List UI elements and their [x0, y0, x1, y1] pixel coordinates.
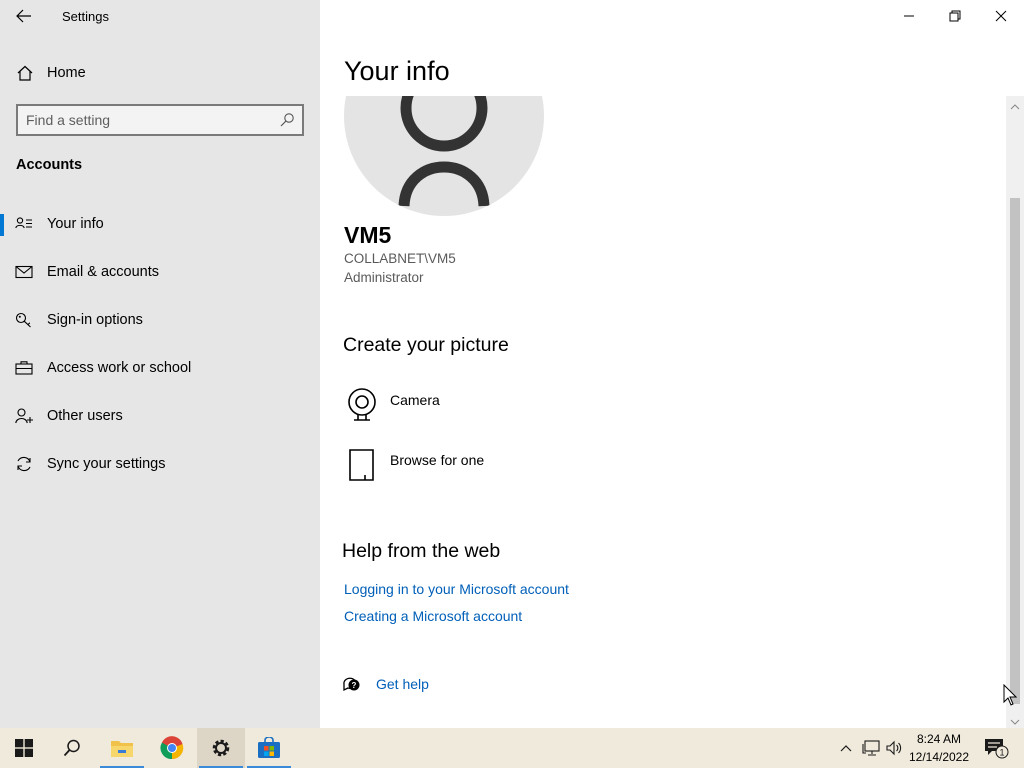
window-title: Settings [62, 9, 109, 24]
person-card-icon [15, 216, 33, 232]
minimize-button[interactable] [886, 0, 932, 32]
start-button[interactable] [0, 728, 48, 768]
sidebar-item-label: Your info [47, 216, 104, 232]
content-scroll-area: VM5 COLLABNET\VM5 Administrator Create y… [320, 96, 1006, 728]
taskbar-settings[interactable] [197, 728, 245, 768]
home-icon [16, 65, 34, 81]
briefcase-icon [15, 360, 33, 376]
close-button[interactable] [978, 0, 1024, 32]
taskbar-search-button[interactable] [48, 728, 96, 768]
store-icon [258, 737, 280, 758]
camera-label: Camera [390, 392, 440, 408]
sidebar-item-label: Sign-in options [47, 312, 143, 328]
browse-label: Browse for one [390, 452, 485, 468]
taskbar-chrome[interactable] [148, 728, 196, 768]
help-link-logging-in[interactable]: Logging in to your Microsoft account [344, 581, 569, 597]
windows-start-icon [15, 739, 33, 757]
scrollbar-thumb[interactable] [1010, 198, 1020, 704]
get-help-link[interactable]: ? Get help [342, 674, 542, 698]
create-picture-heading: Create your picture [343, 334, 509, 356]
person-add-icon [15, 408, 33, 424]
search-box[interactable] [16, 104, 304, 136]
volume-tray-button[interactable] [884, 728, 904, 768]
search-icon [63, 739, 80, 757]
help-link-create-account[interactable]: Creating a Microsoft account [344, 608, 522, 624]
get-help-label: Get help [376, 676, 429, 692]
restore-icon [949, 10, 961, 22]
sidebar: Settings Home Accounts Your info Email &… [0, 0, 320, 728]
camera-option[interactable]: Camera [344, 386, 644, 426]
sidebar-nav: Your info Email & accounts Sign-in optio… [0, 200, 320, 488]
mouse-cursor-icon [1003, 684, 1017, 706]
main-content: Your info VM5 COLLABNET\VM5 Administrato… [320, 0, 1024, 728]
home-label: Home [47, 65, 86, 81]
sidebar-item-label: Other users [47, 408, 123, 424]
clock-date: 12/14/2022 [908, 750, 970, 764]
clock-time: 8:24 AM [916, 732, 962, 746]
taskbar-store[interactable] [245, 728, 293, 768]
notification-icon: 1 [985, 739, 1009, 759]
scroll-down-arrow-icon[interactable] [1010, 714, 1020, 725]
sidebar-item-email-accounts[interactable]: Email & accounts [0, 248, 320, 296]
sidebar-item-access-work-school[interactable]: Access work or school [0, 344, 320, 392]
page-title: Your info [344, 56, 450, 86]
user-domain: COLLABNET\VM5 [344, 251, 456, 266]
sync-icon [15, 456, 33, 472]
sidebar-item-other-users[interactable]: Other users [0, 392, 320, 440]
section-title: Accounts [16, 157, 83, 173]
person-silhouette-icon [398, 96, 490, 207]
chat-help-icon: ? [342, 674, 362, 694]
notification-badge: 1 [999, 748, 1004, 758]
user-name: VM5 [344, 222, 392, 248]
network-icon [862, 740, 880, 756]
close-icon [995, 10, 1007, 22]
avatar [344, 96, 544, 216]
chevron-up-icon [840, 745, 852, 752]
sidebar-item-sync-settings[interactable]: Sync your settings [0, 440, 320, 488]
sidebar-item-label: Sync your settings [47, 456, 166, 472]
sidebar-item-sign-in-options[interactable]: Sign-in options [0, 296, 320, 344]
gear-icon [212, 739, 230, 757]
scroll-up-arrow-icon[interactable] [1010, 99, 1020, 110]
taskbar-clock[interactable]: 8:24 AM 12/14/2022 [904, 730, 974, 766]
search-input[interactable] [26, 111, 271, 129]
notification-center-button[interactable]: 1 [978, 728, 1014, 768]
minimize-icon [904, 15, 914, 17]
volume-icon [886, 740, 902, 756]
taskbar: 8:24 AM 12/14/2022 1 [0, 728, 1024, 768]
mail-icon [15, 264, 33, 280]
back-arrow-icon [16, 9, 31, 23]
webcam-icon [344, 386, 380, 422]
show-hidden-icons-button[interactable] [836, 728, 856, 768]
browse-option[interactable]: Browse for one [344, 446, 644, 486]
restore-button[interactable] [932, 0, 978, 32]
vertical-scrollbar[interactable] [1006, 96, 1024, 728]
sidebar-item-home[interactable]: Home [0, 56, 320, 90]
sidebar-item-label: Access work or school [47, 360, 192, 376]
folder-icon [111, 741, 133, 757]
back-button[interactable] [8, 2, 40, 30]
document-icon [344, 446, 380, 482]
svg-text:?: ? [352, 681, 357, 690]
key-icon [15, 312, 33, 328]
sidebar-item-your-info[interactable]: Your info [0, 200, 320, 248]
network-tray-button[interactable] [860, 728, 882, 768]
chrome-icon [160, 736, 184, 760]
search-icon[interactable] [279, 112, 295, 128]
sidebar-item-label: Email & accounts [47, 264, 160, 280]
user-role: Administrator [344, 270, 424, 285]
taskbar-file-explorer[interactable] [98, 728, 146, 768]
help-heading: Help from the web [342, 540, 501, 562]
